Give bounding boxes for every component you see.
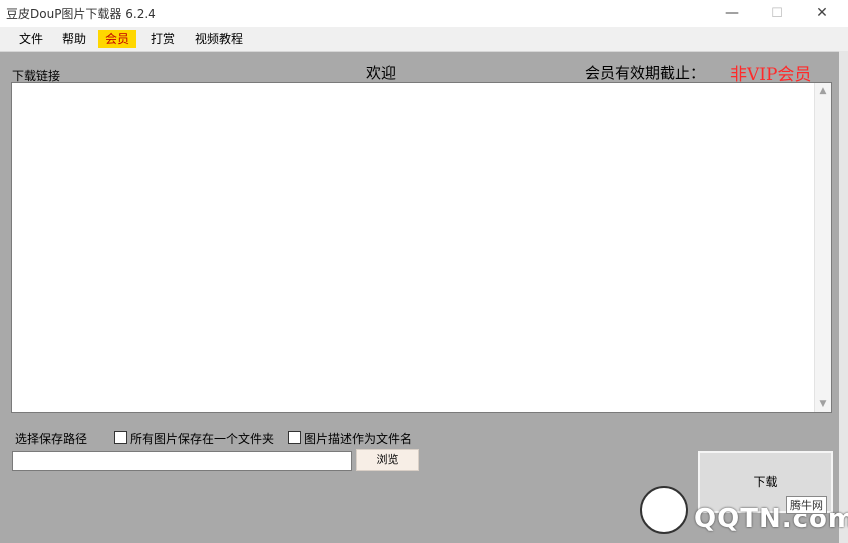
- close-button[interactable]: ✕: [802, 0, 842, 27]
- menu-video-tutorial[interactable]: 视频教程: [188, 30, 250, 48]
- background-window-edge: [839, 51, 848, 543]
- single-folder-label[interactable]: 所有图片保存在一个文件夹: [130, 430, 274, 447]
- welcome-text: 欢迎: [366, 64, 397, 82]
- desc-filename-checkbox[interactable]: [288, 431, 301, 444]
- links-textarea[interactable]: ▲ ▼: [11, 82, 832, 413]
- watermark-logo-icon: [640, 486, 688, 534]
- scroll-up-icon[interactable]: ▲: [815, 83, 831, 99]
- menu-member[interactable]: 会员: [98, 30, 137, 48]
- menu-bar: 文件 帮助 会员 打赏 视频教程: [0, 27, 848, 52]
- membership-expiry-label: 会员有效期截止：: [585, 64, 706, 82]
- save-path-label: 选择保存路径: [15, 432, 88, 446]
- single-folder-checkbox[interactable]: [114, 431, 127, 444]
- scroll-down-icon[interactable]: ▼: [815, 396, 831, 412]
- maximize-button[interactable]: ☐: [757, 0, 797, 27]
- save-path-input[interactable]: [12, 451, 352, 471]
- watermark: QQTN.com 腾牛网: [640, 486, 848, 540]
- minimize-button[interactable]: —: [712, 0, 752, 27]
- title-bar: 豆皮DouP图片下载器 6.2.4 — ☐ ✕: [0, 0, 848, 27]
- watermark-sub: 腾牛网: [786, 496, 827, 514]
- menu-help[interactable]: 帮助: [55, 30, 93, 48]
- browse-button[interactable]: 浏览: [356, 449, 419, 471]
- links-scrollbar[interactable]: ▲ ▼: [814, 83, 831, 412]
- window-title: 豆皮DouP图片下载器 6.2.4: [6, 7, 156, 21]
- menu-file[interactable]: 文件: [12, 30, 50, 48]
- desc-filename-label[interactable]: 图片描述作为文件名: [304, 430, 412, 447]
- menu-tip[interactable]: 打赏: [144, 30, 182, 48]
